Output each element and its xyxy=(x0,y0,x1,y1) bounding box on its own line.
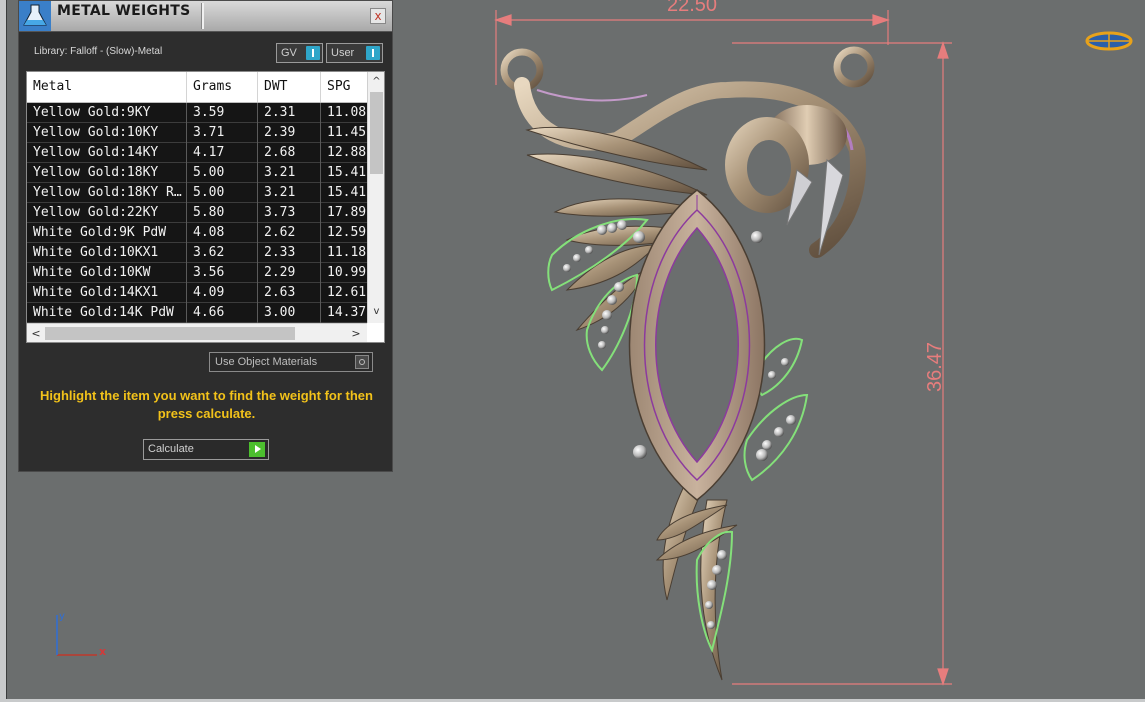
table-row[interactable]: White Gold:14KX1 4.09 2.63 12.61 xyxy=(27,283,367,303)
flask-logo-icon xyxy=(19,1,51,31)
dwt-cell: 2.63 xyxy=(258,283,321,303)
table-row[interactable]: Yellow Gold:18KY 5.00 3.21 15.41 xyxy=(27,163,367,183)
table-row[interactable]: White Gold:9K PdW 4.08 2.62 12.59 xyxy=(27,223,367,243)
dwt-cell: 2.29 xyxy=(258,263,321,283)
grams-cell: 4.08 xyxy=(187,223,258,243)
play-arrow-icon xyxy=(249,442,265,457)
table-row[interactable]: Yellow Gold:14KY 4.17 2.68 12.88 xyxy=(27,143,367,163)
toggle-switch-icon xyxy=(306,46,320,60)
table-row[interactable]: Yellow Gold:18KY R… 5.00 3.21 15.41 xyxy=(27,183,367,203)
dwt-cell: 2.31 xyxy=(258,103,321,123)
dwt-cell: 2.62 xyxy=(258,223,321,243)
spg-cell: 11.45 xyxy=(327,125,367,140)
metal-cell: Yellow Gold:14KY xyxy=(27,143,187,163)
metal-cell: White Gold:10KW xyxy=(27,263,187,283)
axis-gizmo: y xyxy=(56,611,97,656)
use-object-materials-option[interactable]: Use Object Materials xyxy=(209,352,373,372)
dwt-cell: 3.73 xyxy=(258,203,321,223)
user-toggle[interactable]: User xyxy=(326,43,383,63)
grams-cell: 3.62 xyxy=(187,243,258,263)
gv-toggle[interactable]: GV xyxy=(276,43,323,63)
gv-toggle-label: GV xyxy=(281,47,297,59)
dwt-cell: 2.68 xyxy=(258,143,321,163)
grams-cell: 4.66 xyxy=(187,303,258,323)
dwt-cell: 2.39 xyxy=(258,123,321,143)
instruction-text: Highlight the item you want to find the … xyxy=(40,388,373,421)
grams-cell: 3.71 xyxy=(187,123,258,143)
column-header-grams[interactable]: Grams xyxy=(187,72,258,102)
spg-cell: 11.08 xyxy=(327,105,367,120)
table-row[interactable]: Yellow Gold:10KY 3.71 2.39 11.45 xyxy=(27,123,367,143)
grams-cell: 5.00 xyxy=(187,163,258,183)
metal-cell: Yellow Gold:18KY R… xyxy=(27,183,187,203)
scroll-right-icon[interactable]: > xyxy=(349,325,363,342)
title-separator xyxy=(201,3,204,29)
column-header-metal[interactable]: Metal xyxy=(27,72,187,102)
metal-cell: Yellow Gold:18KY xyxy=(27,163,187,183)
close-button[interactable]: x xyxy=(370,8,386,24)
horizontal-scrollbar[interactable]: < > xyxy=(27,323,367,342)
grams-cell: 3.59 xyxy=(187,103,258,123)
scroll-down-icon[interactable]: v xyxy=(368,304,384,320)
metal-cell: Yellow Gold:9KY xyxy=(27,103,187,123)
spg-cell: 15.41 xyxy=(327,185,367,200)
spg-cell: 12.88 xyxy=(327,145,367,160)
grams-cell: 3.56 xyxy=(187,263,258,283)
table-body: Yellow Gold:9KY 3.59 2.31 11.08 Yellow Gold:… xyxy=(27,103,367,323)
spg-cell: 15.41 xyxy=(327,165,367,180)
metal-weights-panel: METAL WEIGHTS x Library: Falloff - (Slow… xyxy=(18,0,393,472)
dwt-cell: 3.21 xyxy=(258,183,321,203)
metal-cell: White Gold:10KX1 xyxy=(27,243,187,263)
metal-cell: Yellow Gold:10KY xyxy=(27,123,187,143)
panel-titlebar[interactable]: METAL WEIGHTS x xyxy=(19,1,392,32)
dwt-cell: 3.00 xyxy=(258,303,321,323)
table-row[interactable]: White Gold:14K PdW 4.66 3.00 14.37 xyxy=(27,303,367,323)
use-object-materials-label: Use Object Materials xyxy=(215,356,318,368)
dimension-width-label: 22.50 xyxy=(667,0,718,16)
axis-y-label: y xyxy=(59,611,65,622)
scroll-left-icon[interactable]: < xyxy=(29,325,43,342)
column-header-spg[interactable]: SPG xyxy=(321,72,367,102)
spg-cell: 17.89 xyxy=(327,205,367,220)
library-label: Library: Falloff - (Slow)-Metal xyxy=(34,46,163,57)
table-row[interactable]: White Gold:10KX1 3.62 2.33 11.18 xyxy=(27,243,367,263)
spg-cell: 12.59 xyxy=(327,225,367,240)
grams-cell: 5.00 xyxy=(187,183,258,203)
metal-cell: White Gold:9K PdW xyxy=(27,223,187,243)
toggle-switch-icon xyxy=(366,46,380,60)
panel-title: METAL WEIGHTS xyxy=(57,3,191,19)
dwt-cell: 2.33 xyxy=(258,243,321,263)
grams-cell: 4.09 xyxy=(187,283,258,303)
radio-button-icon[interactable] xyxy=(355,355,369,369)
vertical-scrollbar[interactable]: ^ v xyxy=(367,72,384,323)
scroll-up-icon[interactable]: ^ xyxy=(368,74,384,90)
vertical-scroll-thumb[interactable] xyxy=(370,92,383,174)
metal-cell: Yellow Gold:22KY xyxy=(27,203,187,223)
metal-cell: White Gold:14K PdW xyxy=(27,303,187,323)
horizontal-scroll-thumb[interactable] xyxy=(45,327,295,340)
metal-table: Metal Grams DWT SPG Yellow Gold:9KY 3.59 2… xyxy=(26,71,385,343)
spg-cell: 12.61 xyxy=(327,285,367,300)
metal-cell: White Gold:14KX1 xyxy=(27,283,187,303)
spg-cell: 10.99 xyxy=(327,265,367,280)
spg-cell: 14.37 xyxy=(327,305,367,320)
view-cube-icon[interactable] xyxy=(1085,31,1133,51)
table-row[interactable]: White Gold:10KW 3.56 2.29 10.99 xyxy=(27,263,367,283)
table-row[interactable]: Yellow Gold:22KY 5.80 3.73 17.89 xyxy=(27,203,367,223)
spg-cell: 11.18 xyxy=(327,245,367,260)
calculate-label: Calculate xyxy=(148,443,194,455)
user-toggle-label: User xyxy=(331,47,355,59)
grams-cell: 5.80 xyxy=(187,203,258,223)
axis-x-label: x xyxy=(99,645,107,658)
calculate-button[interactable]: Calculate xyxy=(143,439,269,460)
dimension-width xyxy=(494,10,890,85)
column-header-dwt[interactable]: DWT xyxy=(258,72,321,102)
dimension-height-label: 36.47 xyxy=(924,341,946,392)
table-header: Metal Grams DWT SPG xyxy=(27,72,367,103)
grams-cell: 4.17 xyxy=(187,143,258,163)
dwt-cell: 3.21 xyxy=(258,163,321,183)
table-row[interactable]: Yellow Gold:9KY 3.59 2.31 11.08 xyxy=(27,103,367,123)
